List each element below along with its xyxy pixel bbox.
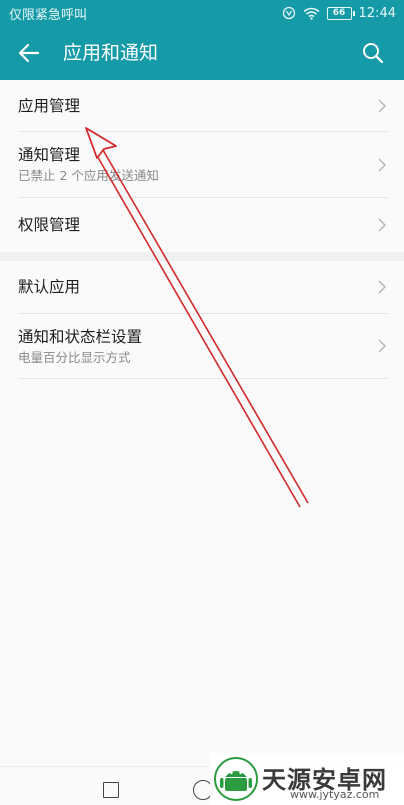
list-item-notification-management[interactable]: 通知管理 已禁止 2 个应用发送通知 — [18, 132, 388, 198]
chevron-right-icon — [378, 339, 386, 353]
nfc-icon — [282, 6, 296, 20]
list-item-title: 通知和状态栏设置 — [18, 327, 143, 346]
settings-group-apps: 应用管理 通知管理 已禁止 2 个应用发送通知 权限管理 — [0, 80, 404, 252]
arrow-left-icon — [18, 43, 40, 63]
status-bar: 仅限紧急呼叫 66 12:44 — [0, 0, 404, 26]
list-item-subtitle: 已禁止 2 个应用发送通知 — [18, 168, 159, 183]
search-button[interactable] — [358, 38, 388, 68]
list-item-title: 默认应用 — [18, 278, 81, 296]
battery-icon: 66 — [326, 6, 355, 20]
list-item-notification-statusbar-settings[interactable]: 通知和状态栏设置 电量百分比显示方式 — [18, 314, 388, 379]
back-button[interactable] — [14, 38, 44, 68]
search-icon — [363, 43, 384, 64]
list-item-default-apps[interactable]: 默认应用 — [18, 261, 388, 314]
list-item-title: 通知管理 — [18, 146, 81, 164]
wifi-icon — [303, 7, 320, 20]
list-item-title: 应用管理 — [18, 96, 81, 115]
chevron-right-icon — [378, 158, 386, 171]
group-divider — [0, 252, 404, 261]
clock: 12:44 — [358, 5, 396, 21]
android-logo-icon — [214, 757, 258, 801]
list-item-title: 权限管理 — [18, 216, 81, 234]
list-item-subtitle: 电量百分比显示方式 — [18, 349, 131, 365]
watermark: 天源安卓网 www.jytyaz.com — [210, 753, 404, 805]
chevron-right-icon — [378, 218, 386, 232]
page-title: 应用和通知 — [63, 42, 159, 64]
battery-level: 66 — [332, 8, 346, 18]
watermark-url: www.jytyaz.com — [290, 788, 380, 801]
carrier-text: 仅限紧急呼叫 — [9, 7, 88, 23]
status-icons: 66 12:44 — [282, 6, 396, 21]
recents-button[interactable] — [103, 782, 119, 798]
settings-list: 应用管理 通知管理 已禁止 2 个应用发送通知 权限管理 默认应用 通知和状态栏… — [0, 80, 404, 379]
list-item-permission-management[interactable]: 权限管理 — [18, 198, 388, 252]
chevron-right-icon — [378, 280, 386, 294]
chevron-right-icon — [378, 99, 386, 112]
list-item-app-management[interactable]: 应用管理 — [18, 80, 388, 132]
app-bar: 应用和通知 — [0, 26, 404, 80]
settings-group-defaults: 默认应用 通知和状态栏设置 电量百分比显示方式 — [0, 261, 404, 379]
